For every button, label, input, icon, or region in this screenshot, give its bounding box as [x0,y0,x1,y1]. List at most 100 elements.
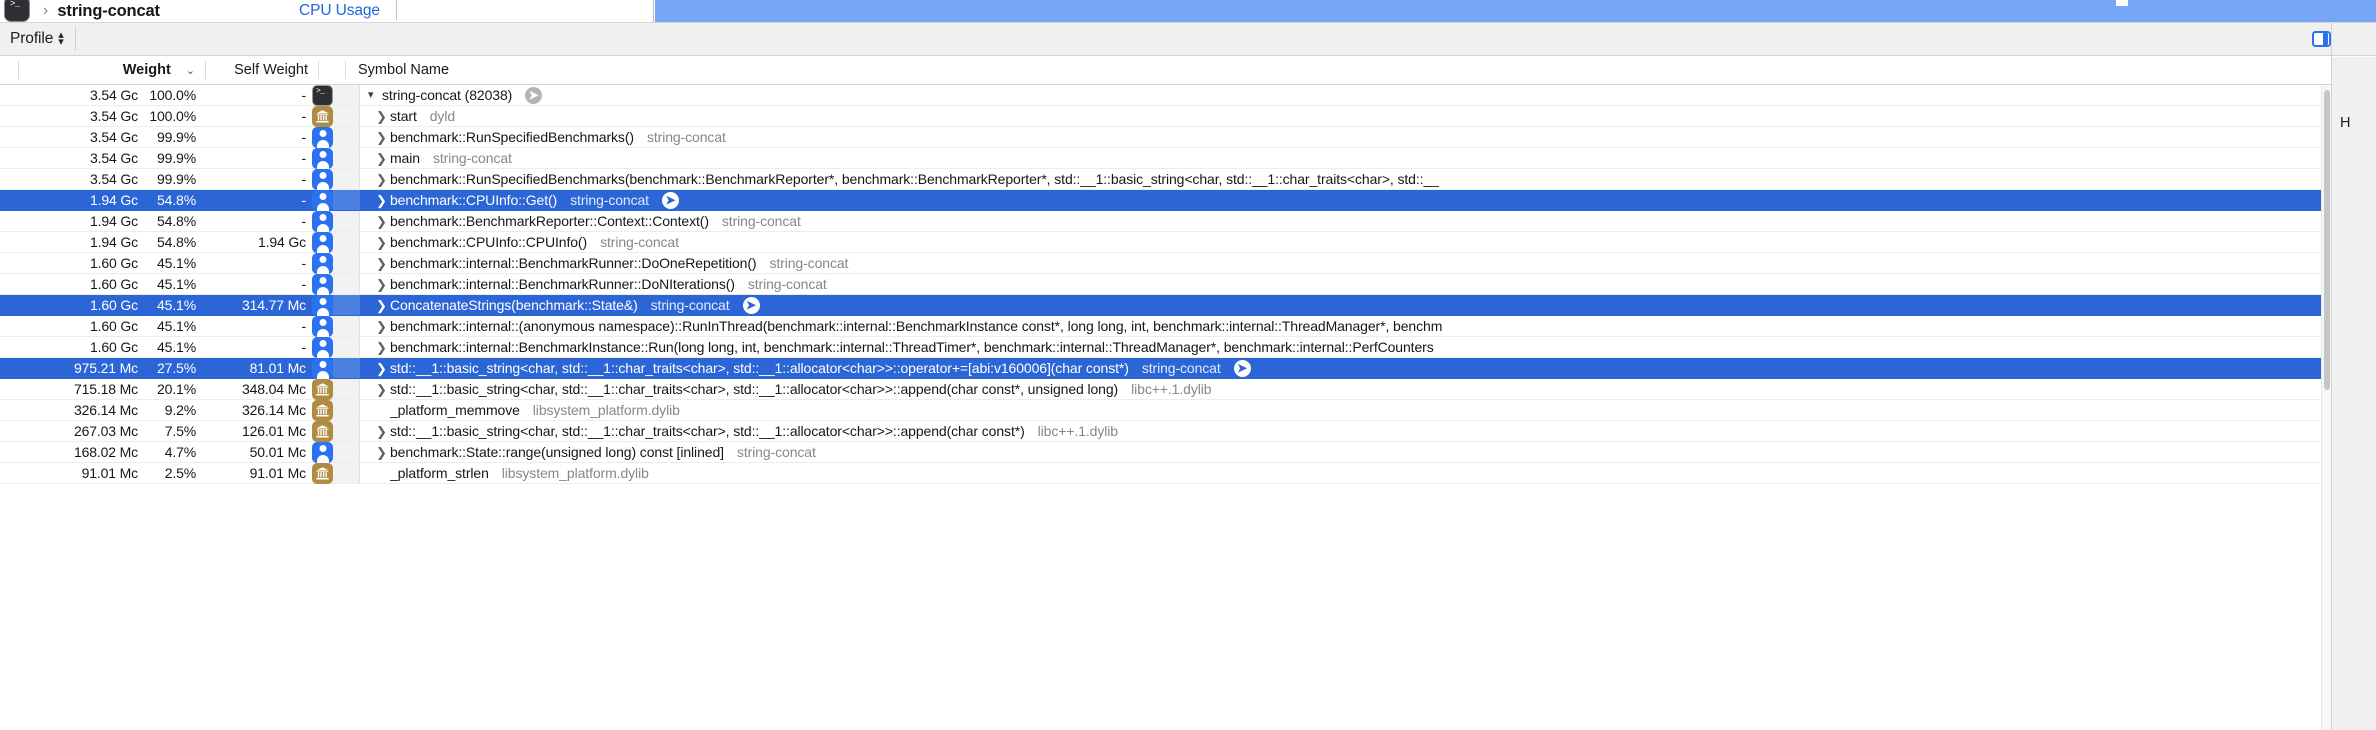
row-weight: 3.54 Gc [90,108,138,124]
table-row[interactable]: 1.60 Gc 45.1% - ❯ benchmark::internal::Bench… [0,336,2331,358]
row-symbol-name: main [390,150,420,166]
table-row[interactable]: 326.14 Mc 9.2% 326.14 Mc ❯_platform_memmove… [0,399,2331,421]
table-row[interactable]: 975.21 Mc 27.5% 81.01 Mc ❯ std::__1::basic_s… [0,357,2331,379]
system-library-icon [312,462,333,484]
call-tree-table[interactable]: 3.54 Gc 100.0% - >_ ▾ string-concat (82038) ➤ 3… [0,85,2376,725]
user-icon-head [319,193,326,200]
row-symbol-cell[interactable]: ▾ string-concat (82038) ➤ [360,86,2331,104]
row-symbol-cell[interactable]: ❯ benchmark::internal::BenchmarkInstance:… [360,339,2331,355]
disclosure-triangle-closed-icon[interactable]: ❯ [376,173,388,186]
disclosure-triangle-open-icon[interactable]: ▾ [368,89,380,101]
user-icon-body [316,139,329,148]
vertical-scrollbar-thumb[interactable] [2324,90,2330,390]
table-row[interactable]: 3.54 Gc 99.9% - ❯ benchmark::RunSpecifiedBen… [0,168,2331,190]
row-gutter [333,442,360,462]
disclosure-triangle-closed-icon[interactable]: ❯ [376,215,388,228]
row-gutter [333,127,360,147]
disclosure-triangle-closed-icon[interactable]: ❯ [376,278,388,291]
table-row[interactable]: 267.03 Mc 7.5% 126.01 Mc ❯ std::__1::basic_s… [0,420,2331,442]
disclosure-triangle-closed-icon[interactable]: ❯ [376,362,388,375]
table-row[interactable]: 3.54 Gc 100.0% - ❯ start dyld [0,105,2331,127]
row-weight-percent: 45.1% [157,255,196,271]
row-weight: 1.60 Gc [90,255,138,271]
row-weight: 1.94 Gc [90,192,138,208]
row-self-weight: 91.01 Mc [249,465,307,481]
column-header-self-weight[interactable]: Self Weight [212,56,312,84]
table-row[interactable]: 1.60 Gc 45.1% - ❯ benchmark::internal::(anon… [0,315,2331,337]
column-separator[interactable] [318,61,319,79]
row-symbol-cell[interactable]: ❯ start dyld [360,108,2331,124]
column-header-symbol-name-label: Symbol Name [358,62,450,78]
table-row[interactable]: 3.54 Gc 99.9% - ❯ benchmark::RunSpecifiedBen… [0,126,2331,148]
vertical-scrollbar[interactable] [2321,86,2331,730]
row-symbol-cell[interactable]: ❯ benchmark::internal::(anonymous namespa… [360,318,2331,334]
disclosure-triangle-closed-icon[interactable]: ❯ [376,152,388,165]
column-header-weight[interactable]: Weight ⌄ [0,56,203,84]
table-row[interactable]: 1.94 Gc 54.8% 1.94 Gc ❯ benchmark::CPUInfo::… [0,231,2331,253]
column-separator[interactable] [205,61,206,79]
row-symbol-cell[interactable]: ❯ benchmark::BenchmarkReporter::Context::… [360,213,2331,229]
disclosure-triangle-closed-icon[interactable]: ❯ [376,341,388,354]
row-symbol-cell[interactable]: ❯ benchmark::internal::BenchmarkRunner::D… [360,255,2331,271]
focus-subtree-arrow-icon[interactable]: ➤ [742,296,760,314]
column-header-symbol-name[interactable]: Symbol Name [358,56,449,84]
row-symbol-cell[interactable]: ❯ ConcatenateStrings(benchmark::State&) st… [360,296,2331,314]
disclosure-triangle-closed-icon[interactable]: ❯ [376,257,388,270]
focus-subtree-arrow-icon[interactable]: ➤ [525,86,543,104]
table-row[interactable]: 3.54 Gc 100.0% - >_ ▾ string-concat (82038) ➤ [0,85,2331,106]
focus-subtree-arrow-icon[interactable]: ➤ [661,191,679,209]
row-symbol-cell[interactable]: ❯_platform_strlen libsystem_platform.dyli… [360,465,2331,481]
disclosure-triangle-closed-icon[interactable]: ❯ [376,194,388,207]
profile-popup-button[interactable]: Profile ▴ ▾ [10,30,64,48]
table-row[interactable]: 3.54 Gc 99.9% - ❯ main string-concat [0,147,2331,169]
row-self-weight: 326.14 Mc [241,402,306,418]
row-symbol-cell[interactable]: ❯ benchmark::State::range(unsigned long) … [360,444,2331,460]
focus-subtree-arrow-icon[interactable]: ➤ [1233,359,1251,377]
disclosure-triangle-closed-icon[interactable]: ❯ [376,131,388,144]
cpu-usage-track-label[interactable]: CPU Usage [299,2,380,20]
user-icon-head [319,235,326,242]
row-symbol-cell[interactable]: ❯ benchmark::internal::BenchmarkRunner::D… [360,276,2331,292]
row-symbol-cell[interactable]: ❯_platform_memmove libsystem_platform.dyl… [360,402,2331,418]
row-symbol-cell[interactable]: ❯ std::__1::basic_string<char, std::__1::… [360,381,2331,397]
row-symbol-cell[interactable]: ❯ benchmark::CPUInfo::Get() string-concat ➤ [360,191,2331,209]
column-separator[interactable] [345,61,346,79]
row-self-weight: - [301,108,306,124]
disclosure-triangle-closed-icon[interactable]: ❯ [376,110,388,123]
breadcrumb-title[interactable]: string-concat [57,2,160,21]
table-row[interactable]: 1.60 Gc 45.1% 314.77 Mc ❯ ConcatenateStrings… [0,294,2331,316]
row-symbol-cell[interactable]: ❯ std::__1::basic_string<char, std::__1::… [360,423,2331,439]
row-symbol-cell[interactable]: ❯ main string-concat [360,150,2331,166]
table-row[interactable]: 168.02 Mc 4.7% 50.01 Mc ❯ benchmark::State::… [0,441,2331,463]
table-row[interactable]: 715.18 Mc 20.1% 348.04 Mc ❯ std::__1::basic_… [0,378,2331,400]
row-binary-name: dyld [429,108,456,124]
disclosure-triangle-closed-icon[interactable]: ❯ [376,446,388,459]
disclosure-triangle-closed-icon[interactable]: ❯ [376,383,388,396]
table-row[interactable]: 91.01 Mc 2.5% 91.01 Mc ❯_platform_strlen lib… [0,462,2331,484]
breadcrumb-chevron-icon[interactable]: › [43,3,48,19]
inspector-side-panel[interactable]: H [2331,57,2376,730]
row-weight-percent: 45.1% [157,297,196,313]
table-row[interactable]: 1.94 Gc 54.8% - ❯ benchmark::BenchmarkReport… [0,210,2331,232]
disclosure-triangle-closed-icon[interactable]: ❯ [376,299,388,312]
row-gutter [333,169,360,189]
timeline-track-empty[interactable] [397,0,654,22]
row-weight-percent: 45.1% [157,318,196,334]
row-binary-name: string-concat [747,276,827,292]
row-symbol-cell[interactable]: ❯ benchmark::RunSpecifiedBenchmarks() stri… [360,129,2331,145]
row-self-weight: - [301,276,306,292]
table-row[interactable]: 1.60 Gc 45.1% - ❯ benchmark::internal::Bench… [0,252,2331,274]
user-icon-head [319,319,326,326]
row-binary-name: string-concat [600,234,679,250]
row-weight-percent: 45.1% [157,339,196,355]
inspector-panel-toggle-icon[interactable] [2312,31,2331,47]
row-symbol-cell[interactable]: ❯ benchmark::RunSpecifiedBenchmarks(bench… [360,171,2331,187]
table-row[interactable]: 1.94 Gc 54.8% - ❯ benchmark::CPUInfo::Get() s… [0,189,2331,211]
row-symbol-cell[interactable]: ❯ std::__1::basic_string<char, std::__1::… [360,359,2331,377]
timeline-track-cpu-usage[interactable] [655,0,2376,22]
row-symbol-cell[interactable]: ❯ benchmark::CPUInfo::CPUInfo() string-con… [360,234,2331,250]
table-row[interactable]: 1.60 Gc 45.1% - ❯ benchmark::internal::Bench… [0,273,2331,295]
disclosure-triangle-closed-icon[interactable]: ❯ [376,425,388,438]
disclosure-triangle-closed-icon[interactable]: ❯ [376,320,388,333]
disclosure-triangle-closed-icon[interactable]: ❯ [376,236,388,249]
